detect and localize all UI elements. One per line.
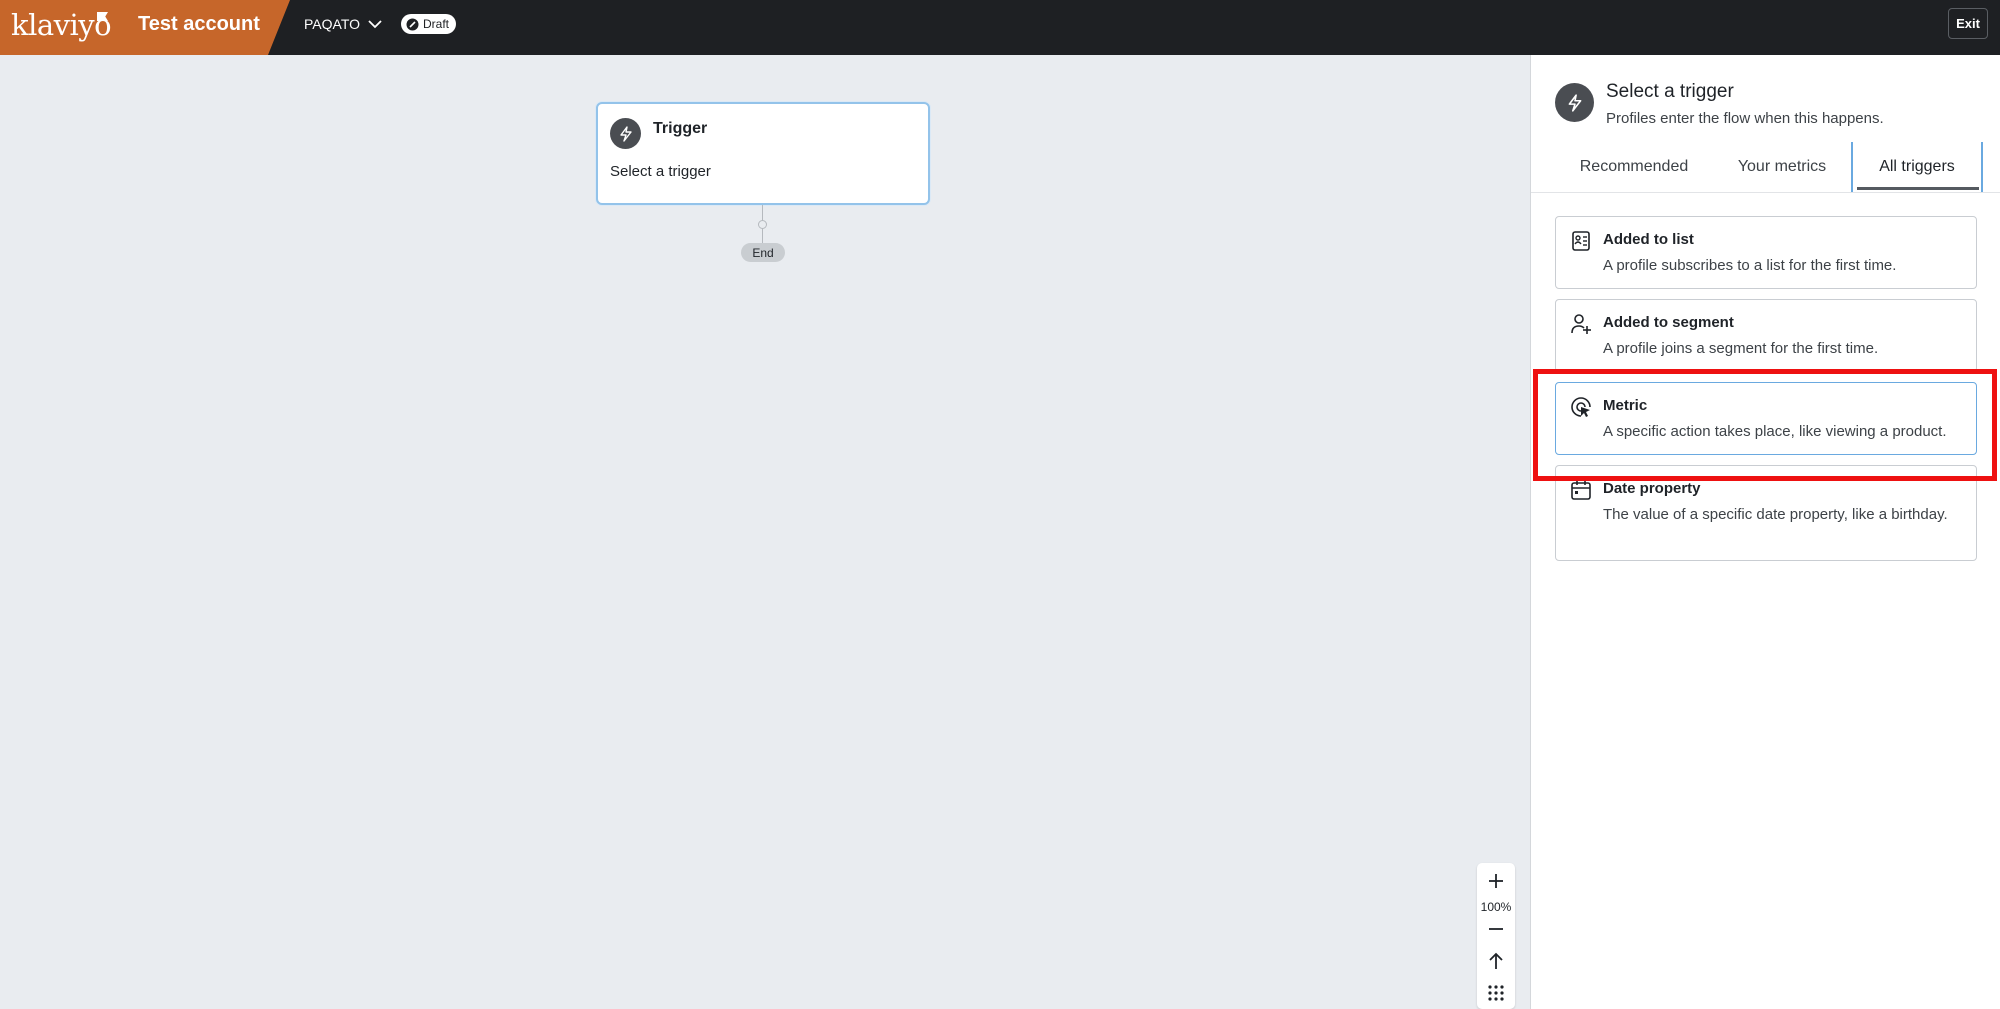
panel-title: Select a trigger — [1606, 81, 1734, 102]
calendar-icon — [1571, 481, 1591, 500]
trigger-node-subtitle: Select a trigger — [610, 163, 711, 180]
scroll-to-top-button[interactable] — [1477, 947, 1515, 975]
pencil-icon — [406, 18, 419, 30]
tab-your-metrics[interactable]: Your metrics — [1713, 142, 1851, 192]
klaviyo-logo: klaviyo — [11, 8, 112, 42]
status-badge: Draft — [401, 14, 457, 34]
lightning-icon — [1555, 83, 1594, 122]
chevron-down-icon — [368, 19, 382, 28]
trigger-option-metric[interactable]: Metric A specific action takes place, li… — [1555, 382, 1977, 455]
brand-area: klaviyo Test account — [0, 0, 290, 55]
option-description: A profile subscribes to a list for the f… — [1603, 257, 1897, 274]
plus-icon — [1489, 874, 1503, 888]
cursor-click-icon — [1571, 397, 1591, 417]
option-title: Added to list — [1603, 231, 1694, 248]
option-title: Date property — [1603, 480, 1701, 497]
trigger-node[interactable]: Trigger Select a trigger — [596, 102, 930, 205]
grid-menu-button[interactable] — [1477, 979, 1515, 1007]
tabs-divider — [1531, 192, 2000, 193]
account-name: Test account — [138, 13, 260, 35]
grid-dots-icon — [1488, 985, 1504, 1001]
option-description: The value of a specific date property, l… — [1603, 506, 1948, 523]
status-badge-label: Draft — [423, 17, 450, 31]
user-plus-icon — [1571, 314, 1591, 334]
option-description: A profile joins a segment for the first … — [1603, 340, 1879, 357]
flow-name-dropdown[interactable]: PAQATO — [304, 16, 382, 32]
trigger-option-date-property[interactable]: Date property The value of a specific da… — [1555, 465, 1977, 561]
panel-subtitle: Profiles enter the flow when this happen… — [1606, 110, 1884, 127]
option-description: A specific action takes place, like view… — [1603, 423, 1947, 440]
option-title: Added to segment — [1603, 314, 1734, 331]
arrow-up-icon — [1489, 952, 1503, 969]
exit-button[interactable]: Exit — [1948, 8, 1988, 39]
minus-icon — [1489, 928, 1503, 930]
zoom-out-button[interactable] — [1477, 915, 1515, 943]
connector-add-point[interactable] — [758, 220, 767, 229]
zoom-in-button[interactable] — [1477, 867, 1515, 895]
trigger-panel: Select a trigger Profiles enter the flow… — [1530, 55, 2000, 1009]
zoom-level: 100% — [1480, 900, 1512, 914]
lightning-icon — [610, 118, 641, 149]
flow-name-label: PAQATO — [304, 16, 361, 32]
top-bar: klaviyo Test account PAQATO Draft Exit — [0, 0, 2000, 55]
trigger-option-added-to-segment[interactable]: Added to segment A profile joins a segme… — [1555, 299, 1977, 372]
end-node: End — [741, 243, 785, 262]
trigger-node-title: Trigger — [653, 120, 708, 137]
flow-canvas[interactable]: Trigger Select a trigger End 100% — [0, 55, 1530, 1009]
tab-all-triggers[interactable]: All triggers — [1851, 142, 1983, 192]
option-title: Metric — [1603, 397, 1648, 414]
zoom-controls: 100% — [1477, 863, 1515, 1009]
trigger-tabs: Recommended Your metrics All triggers — [1555, 142, 1983, 192]
trigger-option-added-to-list[interactable]: Added to list A profile subscribes to a … — [1555, 216, 1977, 289]
list-icon — [1572, 231, 1590, 251]
tab-recommended[interactable]: Recommended — [1555, 142, 1713, 192]
